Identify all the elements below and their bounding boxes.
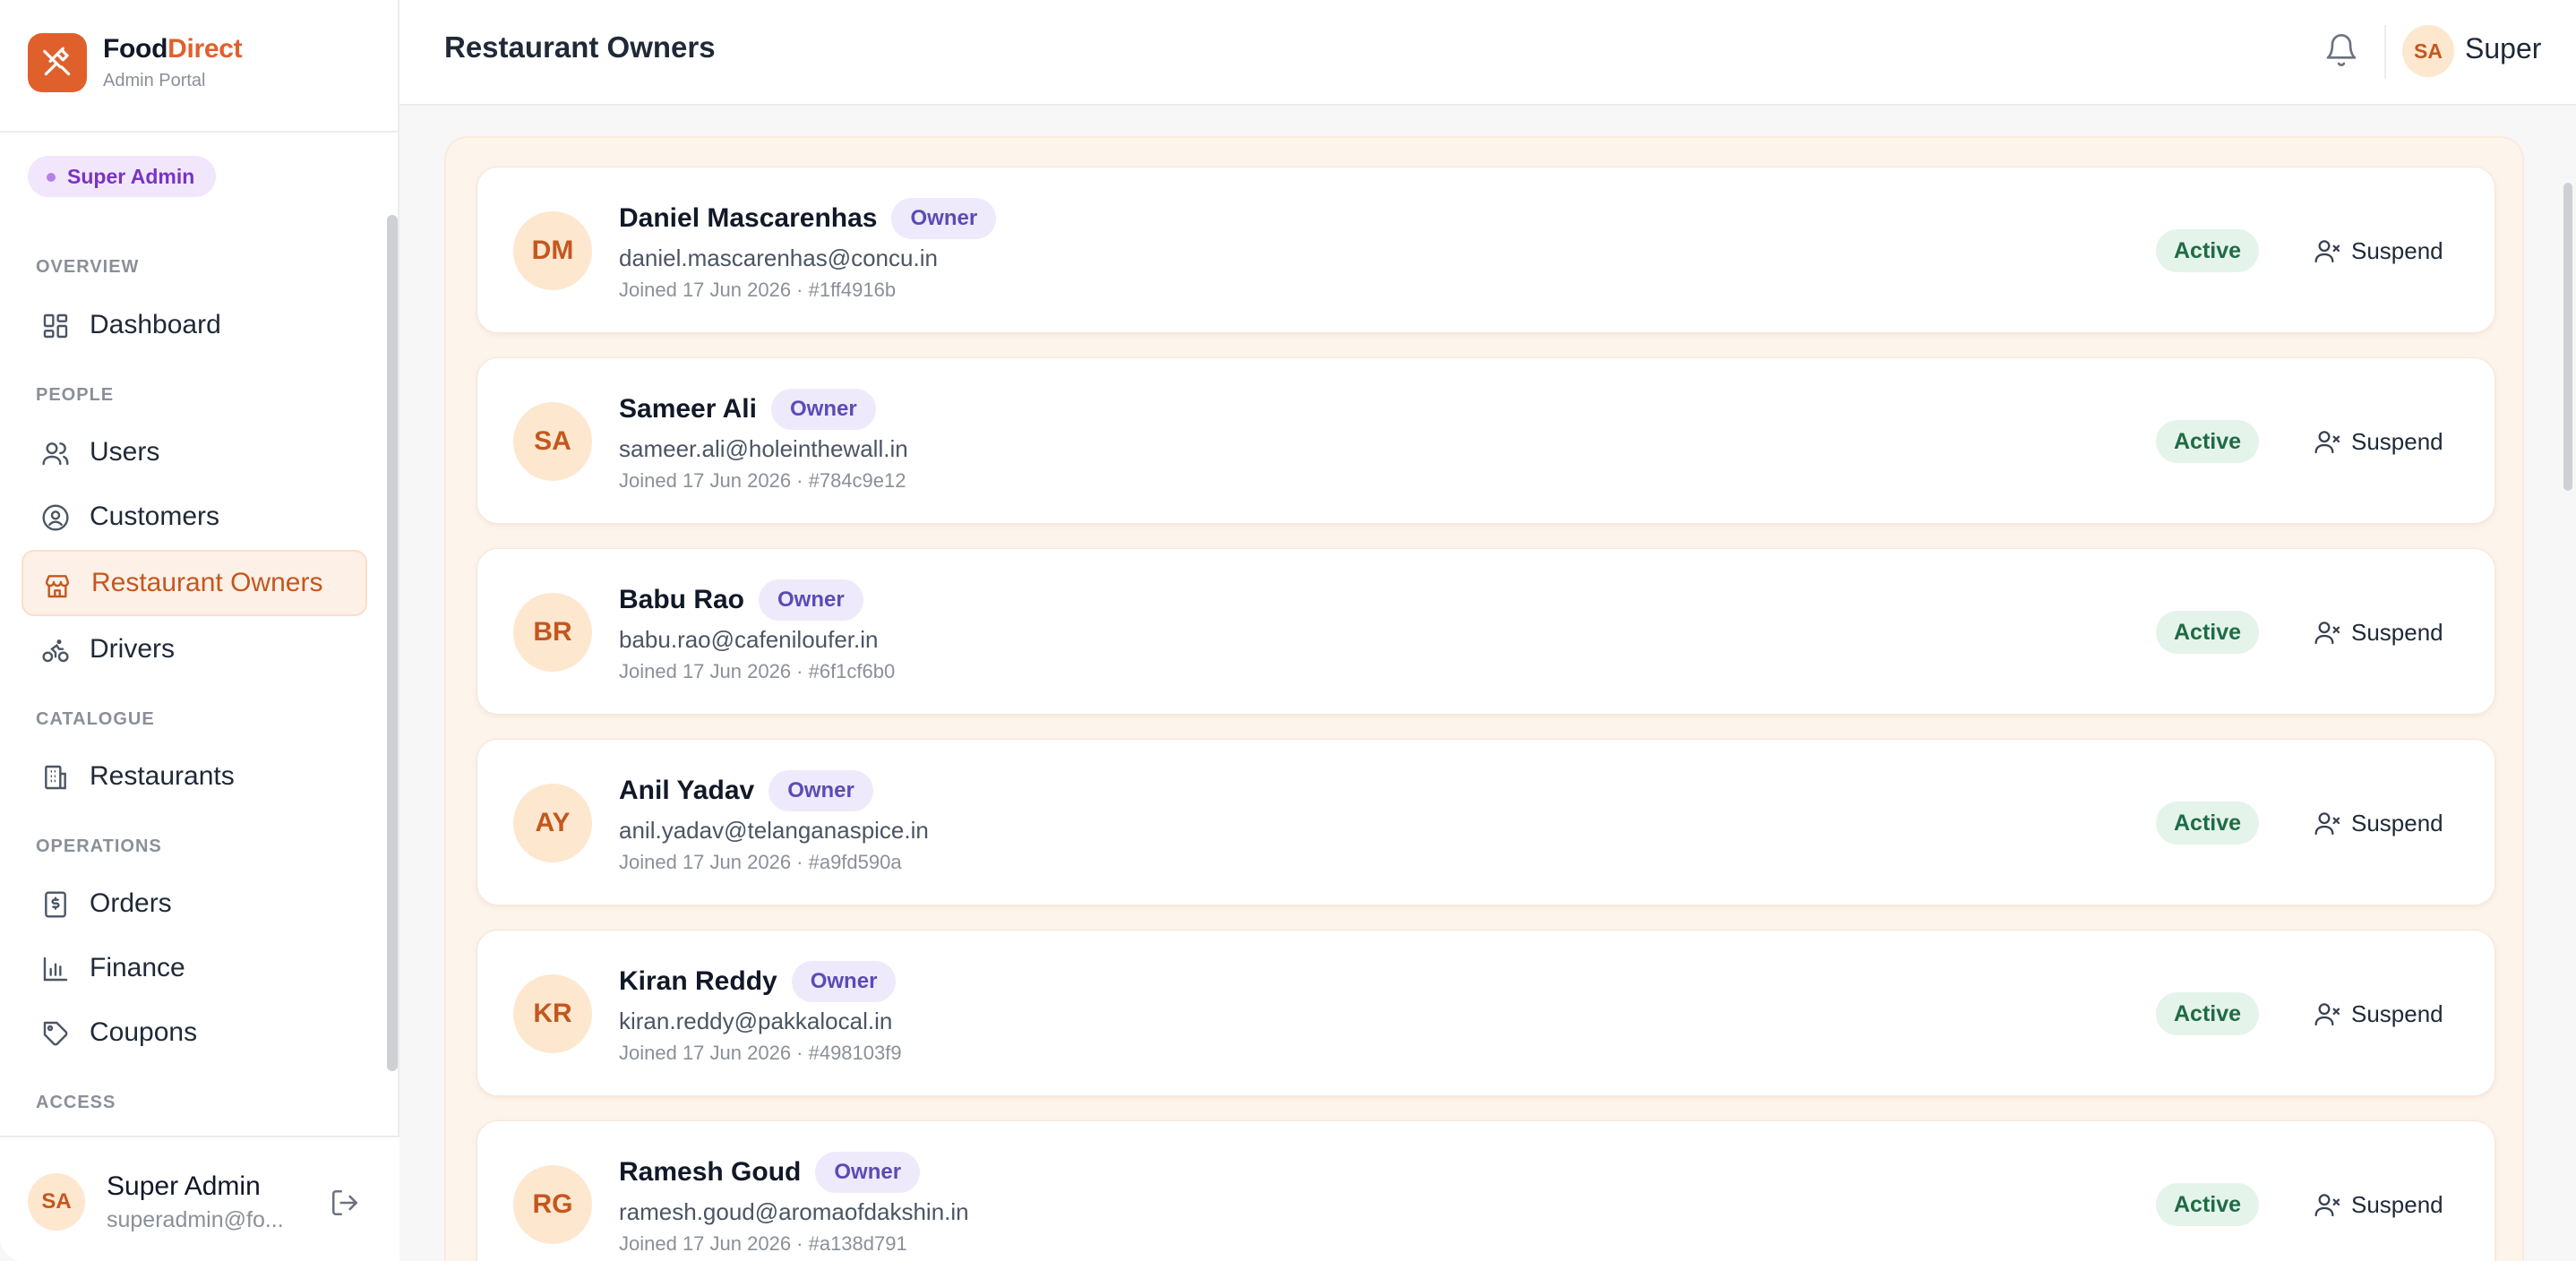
avatar: BR xyxy=(513,593,592,672)
owner-email: sameer.ali@holeinthewall.in xyxy=(619,435,908,462)
suspend-button[interactable]: Suspend xyxy=(2306,1175,2451,1234)
bell-icon[interactable] xyxy=(2323,32,2359,68)
brand-name: FoodDirect xyxy=(103,34,243,64)
app-window: FoodDirect Admin Portal Super Admin OVER… xyxy=(0,0,2576,1261)
section-label-catalogue: CATALOGUE xyxy=(36,709,155,729)
suspend-button[interactable]: Suspend xyxy=(2306,793,2451,853)
status-badge: Active xyxy=(2156,802,2260,845)
suspend-button[interactable]: Suspend xyxy=(2306,603,2451,662)
avatar: RG xyxy=(513,1165,592,1244)
owner-email: anil.yadav@telanganaspice.in xyxy=(619,817,929,844)
owner-meta: Joined 17 Jun 2026 · #784c9e12 xyxy=(619,469,906,492)
suspend-button[interactable]: Suspend xyxy=(2306,984,2451,1043)
owner-meta: Joined 17 Jun 2026 · #6f1cf6b0 xyxy=(619,660,896,682)
status-badge: Active xyxy=(2156,992,2260,1035)
page-title: Restaurant Owners xyxy=(444,30,716,64)
role-badge: Owner xyxy=(891,198,997,239)
bike-icon xyxy=(42,639,69,663)
sidebar-item-dashboard[interactable]: Dashboard xyxy=(21,292,367,358)
role-badge: Super Admin xyxy=(28,156,217,197)
sidebar-item-customers[interactable]: Customers xyxy=(21,484,367,550)
store-icon xyxy=(45,575,70,598)
sidebar-item-drivers[interactable]: Drivers xyxy=(21,616,367,682)
sidebar-scrollbar[interactable] xyxy=(387,215,398,1071)
owner-email: babu.rao@cafeniloufer.in xyxy=(619,626,879,653)
user-x-icon xyxy=(2314,431,2340,454)
owner-email: daniel.mascarenhas@concu.in xyxy=(619,244,938,271)
role-badge: Owner xyxy=(791,961,897,1002)
section-label-people: PEOPLE xyxy=(36,385,115,405)
section-label-operations: OPERATIONS xyxy=(36,836,162,856)
avatar: SA xyxy=(513,402,592,481)
suspend-button[interactable]: Suspend xyxy=(2306,412,2451,471)
users-icon xyxy=(42,442,69,466)
owner-email: ramesh.goud@aromaofdakshin.in xyxy=(619,1198,969,1225)
suspend-button[interactable]: Suspend xyxy=(2306,221,2451,280)
building-icon xyxy=(45,765,66,790)
sidebar-item-coupons[interactable]: Coupons xyxy=(21,999,367,1066)
user-x-icon xyxy=(2314,812,2340,836)
list-item: RG Ramesh Goud Owner ramesh.goud@aromaof… xyxy=(477,1120,2495,1261)
avatar: SA xyxy=(28,1173,85,1231)
list-item: DM Daniel Mascarenhas Owner daniel.masca… xyxy=(477,167,2495,333)
owner-name: Kiran Reddy xyxy=(619,966,777,996)
customer-icon xyxy=(42,504,69,531)
owner-meta: Joined 17 Jun 2026 · #a138d791 xyxy=(619,1232,907,1255)
header-avatar[interactable]: SA xyxy=(2402,25,2454,77)
owner-name: Sameer Ali xyxy=(619,394,757,424)
top-header: Restaurant Owners SA Super xyxy=(399,0,2576,106)
sidebar-user-footer: SA Super Admin superadmin@fo... xyxy=(0,1136,399,1261)
role-badge: Owner xyxy=(770,389,876,430)
role-badge: Owner xyxy=(815,1152,921,1193)
list-item: BR Babu Rao Owner babu.rao@cafeniloufer.… xyxy=(477,548,2495,715)
user-x-icon xyxy=(2314,1194,2340,1217)
owner-name: Babu Rao xyxy=(619,585,745,614)
status-badge: Active xyxy=(2156,229,2260,272)
receipt-icon xyxy=(45,891,66,918)
owner-name: Daniel Mascarenhas xyxy=(619,203,878,233)
sidebar-item-restaurant-owners[interactable]: Restaurant Owners xyxy=(21,550,367,616)
avatar: AY xyxy=(513,784,592,862)
footer-user-email: superadmin@fo... xyxy=(107,1207,284,1232)
owner-meta: Joined 17 Jun 2026 · #498103f9 xyxy=(619,1042,902,1064)
avatar: DM xyxy=(513,211,592,290)
sidebar-item-orders[interactable]: Orders xyxy=(21,871,367,937)
header-user-name[interactable]: Super xyxy=(2465,32,2541,65)
footer-user-name: Super Admin xyxy=(107,1171,261,1201)
brand-subtitle: Admin Portal xyxy=(103,71,206,90)
dashboard-icon xyxy=(43,313,68,339)
tag-icon xyxy=(43,1021,68,1046)
user-x-icon xyxy=(2314,1003,2340,1026)
owner-email: kiran.reddy@pakkalocal.in xyxy=(619,1008,893,1034)
user-x-icon xyxy=(2314,622,2340,645)
list-item: KR Kiran Reddy Owner kiran.reddy@pakkalo… xyxy=(477,930,2495,1096)
list-item: AY Anil Yadav Owner anil.yadav@telangana… xyxy=(477,739,2495,905)
brand-header: FoodDirect Admin Portal xyxy=(0,0,399,133)
sidebar-item-finance[interactable]: Finance xyxy=(21,935,367,1001)
role-badge: Owner xyxy=(759,579,863,621)
owner-name: Ramesh Goud xyxy=(619,1157,802,1187)
owner-name: Anil Yadav xyxy=(619,776,755,805)
user-x-icon xyxy=(2314,240,2340,263)
status-badge: Active xyxy=(2156,420,2260,463)
role-dot-icon xyxy=(47,173,56,182)
bar-chart-icon xyxy=(43,956,68,982)
section-label-access: ACCESS xyxy=(36,1093,116,1112)
sidebar-item-restaurants[interactable]: Restaurants xyxy=(21,743,367,810)
fork-knife-logo-icon xyxy=(28,33,87,92)
header-divider xyxy=(2384,25,2386,79)
avatar: KR xyxy=(513,974,592,1053)
owners-list: DM Daniel Mascarenhas Owner daniel.masca… xyxy=(444,136,2524,1261)
status-badge: Active xyxy=(2156,1183,2260,1226)
owner-meta: Joined 17 Jun 2026 · #a9fd590a xyxy=(619,851,902,873)
main-scrollbar[interactable] xyxy=(2563,183,2572,491)
section-label-overview: OVERVIEW xyxy=(36,257,140,277)
sidebar: FoodDirect Admin Portal Super Admin OVER… xyxy=(0,0,399,1261)
status-badge: Active xyxy=(2156,611,2260,654)
owner-meta: Joined 17 Jun 2026 · #1ff4916b xyxy=(619,279,897,301)
list-item: SA Sameer Ali Owner sameer.ali@holeinthe… xyxy=(477,357,2495,524)
logout-icon[interactable] xyxy=(330,1188,360,1218)
sidebar-item-users[interactable]: Users xyxy=(21,419,367,485)
role-badge: Owner xyxy=(769,770,873,811)
